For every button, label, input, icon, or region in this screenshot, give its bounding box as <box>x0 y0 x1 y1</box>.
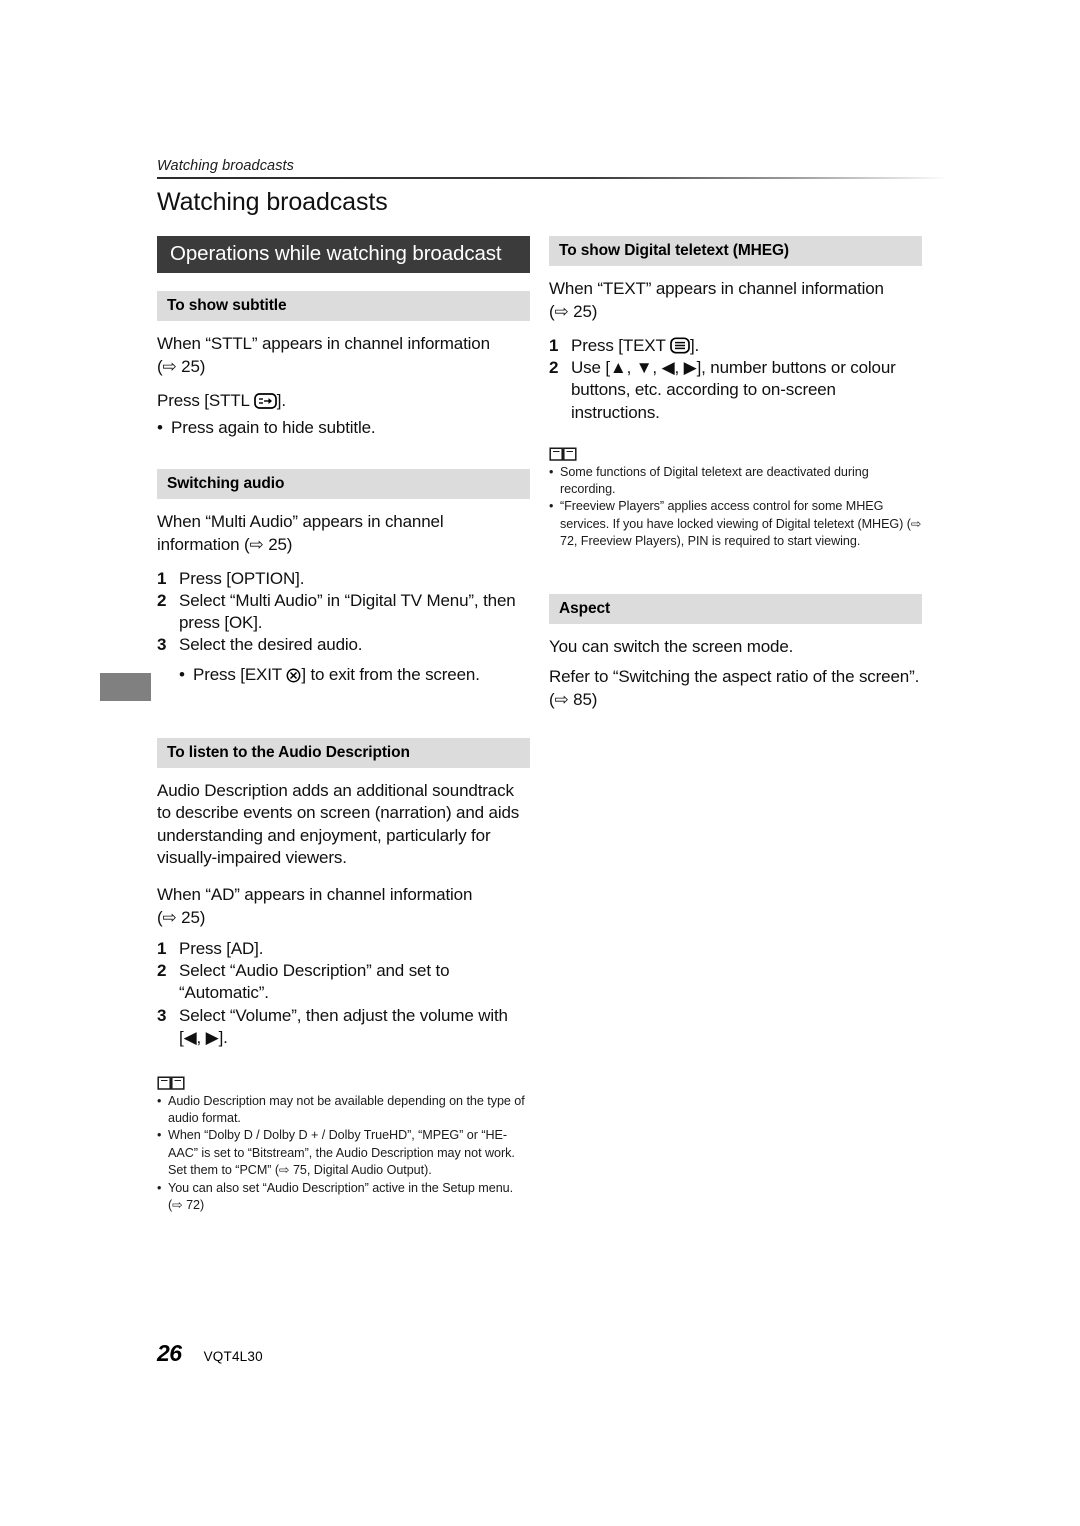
heading-switching-audio: Switching audio <box>157 468 530 499</box>
step-item: 2 Select “Audio Description” and set to … <box>157 960 530 1004</box>
bullet-dot: • <box>157 1093 162 1108</box>
aspect-line2: Refer to “Switching the aspect ratio of … <box>549 667 920 709</box>
note-item: • You can also set “Audio Description” a… <box>157 1180 530 1215</box>
note-text: You can also set “Audio Description” act… <box>168 1180 514 1212</box>
document-code: VQT4L30 <box>203 1349 263 1364</box>
left-notes-list: • Audio Description may not be available… <box>157 1093 530 1215</box>
note-text: Audio Description may not be available d… <box>168 1093 525 1126</box>
subtitle-bullet: • Press again to hide subtitle. <box>157 417 530 439</box>
note-item: • When “Dolby D / Dolby D + / Dolby True… <box>157 1127 530 1179</box>
step-item: 1 Press [TEXT ]. <box>549 335 922 357</box>
section-banner-operations: Operations while watching broadcast <box>157 236 530 273</box>
bullet-dot: • <box>157 1128 162 1143</box>
note-book-icon <box>549 446 577 462</box>
left-column: Operations while watching broadcast To s… <box>157 236 530 1214</box>
step-item: 1 Press [AD]. <box>157 938 530 960</box>
heading-audio-description: To listen to the Audio Description <box>157 737 530 768</box>
mheg-intro: When “TEXT” appears in channel informati… <box>549 278 922 323</box>
subtitle-bullet-text: Press again to hide subtitle. <box>171 417 376 437</box>
subtitle-button-icon <box>253 393 277 410</box>
step-item: 2 Select “Multi Audio” in “Digital TV Me… <box>157 590 530 634</box>
audio-description-steps: 1 Press [AD]. 2 Select “Audio Descriptio… <box>157 938 530 1048</box>
subtitle-press-line: Press [STTL ]. <box>157 390 530 413</box>
note-text: “Freeview Players” applies access contro… <box>560 499 922 549</box>
note-item: • Some functions of Digital teletext are… <box>549 464 922 499</box>
running-header-title: Watching broadcasts <box>157 158 295 174</box>
step-number: 2 <box>549 358 559 378</box>
step-number: 2 <box>157 591 167 611</box>
note-text: When “Dolby D / Dolby D + / Dolby TrueHD… <box>168 1128 515 1178</box>
heading-digital-teletext: To show Digital teletext (MHEG) <box>549 236 922 266</box>
section-tab-marker <box>100 673 151 701</box>
bullet-dot: • <box>157 1180 162 1195</box>
step-item: 1 Press [OPTION]. <box>157 568 530 590</box>
header-rule <box>157 177 947 179</box>
audio-description-intro-ref: (⇨ 25) <box>157 907 206 927</box>
right-notes-block: • Some functions of Digital teletext are… <box>549 446 922 551</box>
manual-page: Watching broadcasts Watching broadcasts … <box>0 0 1080 1526</box>
subtitle-intro-ref: (⇨ 25) <box>157 356 206 376</box>
audio-description-paragraph: Audio Description adds an additional sou… <box>157 780 520 868</box>
bullet-dot: • <box>549 499 554 514</box>
exit-bullet-prefix: Press [EXIT <box>193 664 287 684</box>
bullet-dot: • <box>157 417 163 437</box>
note-item: • “Freeview Players” applies access cont… <box>549 498 922 550</box>
teletext-button-icon <box>670 337 690 354</box>
switching-audio-intro: When “Multi Audio” appears in channel in… <box>157 511 530 556</box>
note-book-icon <box>157 1075 185 1091</box>
audio-description-intro-line1: When “AD” appears in channel information <box>157 885 473 905</box>
heading-aspect: Aspect <box>549 594 922 625</box>
bullet-dot: • <box>179 664 185 684</box>
subtitle-intro-line1: When “STTL” appears in channel informati… <box>157 334 490 353</box>
subtitle-press-prefix: Press [STTL <box>157 391 254 411</box>
step-item: 3 Select “Volume”, then adjust the volum… <box>157 1005 530 1049</box>
step-number: 1 <box>157 939 167 959</box>
subtitle-intro: When “STTL” appears in channel informati… <box>157 333 530 378</box>
step-number: 3 <box>157 635 167 655</box>
heading-to-show-subtitle: To show subtitle <box>157 291 530 321</box>
page-number: 26 <box>157 1340 182 1366</box>
mheg-intro-line1: When “TEXT” appears in channel informati… <box>549 279 884 298</box>
step-text: Press [TEXT ]. <box>571 335 922 357</box>
switching-audio-bullet-text: Press [EXIT ] to exit from the screen. <box>193 664 480 686</box>
switching-audio-bullet: • Press [EXIT ] to exit from the screen. <box>157 664 530 686</box>
switching-audio-steps: 1 Press [OPTION]. 2 Select “Multi Audio”… <box>157 568 530 656</box>
aspect-line1: You can switch the screen mode. <box>549 637 794 657</box>
step-text: Select the desired audio. <box>179 635 363 655</box>
mheg-steps: 1 Press [TEXT ]. 2 Use [▲, ▼, ◀, ▶], num… <box>549 335 922 423</box>
subtitle-press-suffix: ]. <box>276 391 286 411</box>
mheg-intro-ref: (⇨ 25) <box>549 301 598 321</box>
step-text: Press [AD]. <box>179 939 264 959</box>
mheg-step1-suffix: ]. <box>689 336 700 356</box>
step-number: 1 <box>157 569 167 589</box>
switching-audio-intro-line2: information (⇨ 25) <box>157 534 293 554</box>
right-column: To show Digital teletext (MHEG) When “TE… <box>549 236 922 711</box>
bullet-dot: • <box>549 464 554 479</box>
note-text: Some functions of Digital teletext are d… <box>560 464 869 496</box>
exit-bullet-suffix: ] to exit from the screen. <box>301 664 480 684</box>
step-number: 1 <box>549 336 559 356</box>
step-text: Select “Multi Audio” in “Digital TV Menu… <box>179 591 516 633</box>
audio-description-intro: When “AD” appears in channel information… <box>157 884 530 929</box>
step-text: Select “Volume”, then adjust the volume … <box>179 1005 508 1047</box>
step-text: Select “Audio Description” and set to “A… <box>179 961 450 1003</box>
step-text: Use [▲, ▼, ◀, ▶], number buttons or colo… <box>571 358 896 422</box>
switching-audio-intro-line1: When “Multi Audio” appears in channel <box>157 511 444 531</box>
step-item: 2 Use [▲, ▼, ◀, ▶], number buttons or co… <box>549 357 922 423</box>
running-header: Watching broadcasts <box>157 158 947 179</box>
page-title: Watching broadcasts <box>157 188 388 216</box>
mheg-step1-prefix: Press [TEXT <box>571 336 670 356</box>
page-footer: 26 VQT4L30 <box>157 1340 263 1367</box>
step-number: 2 <box>157 961 167 981</box>
right-notes-list: • Some functions of Digital teletext are… <box>549 464 922 551</box>
step-number: 3 <box>157 1005 167 1025</box>
step-item: 3 Select the desired audio. <box>157 634 530 656</box>
exit-button-icon <box>286 668 301 683</box>
step-text: Press [OPTION]. <box>179 569 305 589</box>
left-notes-block: • Audio Description may not be available… <box>157 1075 530 1215</box>
note-item: • Audio Description may not be available… <box>157 1093 530 1128</box>
